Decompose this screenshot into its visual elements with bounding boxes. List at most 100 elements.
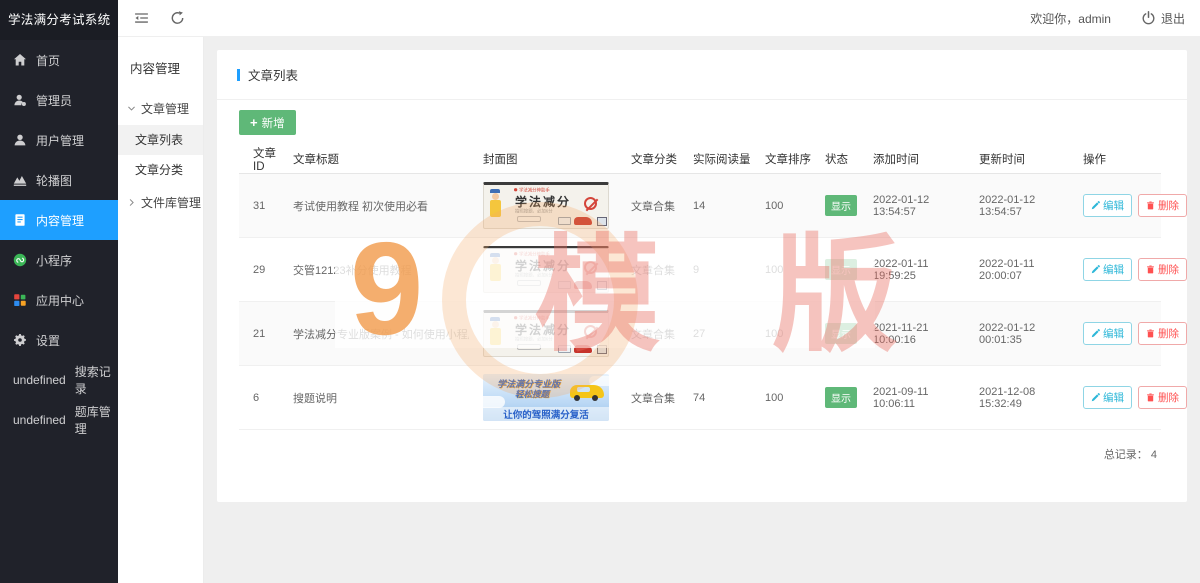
cell-status: 显示 xyxy=(811,174,859,238)
delete-label: 删除 xyxy=(1158,390,1179,405)
cell-added-time: 2022-01-11 19:59:25 xyxy=(859,238,965,302)
sidebar-item-user[interactable]: 用户管理 xyxy=(0,120,118,160)
cell-category: 文章合集 xyxy=(617,174,679,238)
sidebar-item-carousel[interactable]: 轮播图 xyxy=(0,160,118,200)
submenu-group-label: 文件库管理 xyxy=(141,194,201,211)
total-records-label: 总记录： xyxy=(1104,449,1148,461)
edit-button[interactable]: 编辑 xyxy=(1083,322,1132,345)
cell-article-id: 29 xyxy=(239,238,279,302)
sidebar-item-search[interactable]: undefined搜索记录 xyxy=(0,360,118,400)
submenu-item[interactable]: 文章分类 xyxy=(118,155,203,185)
app-root: 学法满分考试系统 首页管理员用户管理轮播图内容管理小程序应用中心设置undefi… xyxy=(0,0,1200,583)
column-header: 文章排序 xyxy=(751,145,811,174)
delete-button[interactable]: 删除 xyxy=(1138,194,1187,217)
column-header: 添加时间 xyxy=(859,145,965,174)
sidebar-item-label: 首页 xyxy=(36,52,60,69)
cell-updated-time: 2022-01-12 13:54:57 xyxy=(965,174,1069,238)
sidebar-item-admin[interactable]: 管理员 xyxy=(0,80,118,120)
sidebar-item-label: 应用中心 xyxy=(36,292,84,309)
pencil-icon xyxy=(1091,393,1100,402)
cell-updated-time: 2022-01-12 00:01:35 xyxy=(965,302,1069,366)
submenu-item[interactable]: 文章列表 xyxy=(118,125,203,155)
sidebar-item-settings[interactable]: 设置 xyxy=(0,320,118,360)
trash-icon xyxy=(1146,393,1155,402)
refresh-icon[interactable] xyxy=(170,11,185,25)
truck-shape xyxy=(558,217,571,225)
sidebar-item-miniapp[interactable]: 小程序 xyxy=(0,240,118,280)
plus-icon xyxy=(250,116,258,130)
edit-button[interactable]: 编辑 xyxy=(1083,194,1132,217)
column-header: 实际阅读量 xyxy=(679,145,751,174)
cell-article-title: 搜题说明 xyxy=(279,366,469,430)
primary-nav: 首页管理员用户管理轮播图内容管理小程序应用中心设置undefined搜索记录un… xyxy=(0,40,118,440)
table-row: 6搜题说明学法满分专业版轻松搜题让你的驾照满分复活文章合集74100显示2021… xyxy=(239,366,1161,430)
cell-actions: 编辑删除 xyxy=(1069,366,1161,430)
delete-button[interactable]: 删除 xyxy=(1138,258,1187,281)
delete-button[interactable]: 删除 xyxy=(1138,322,1187,345)
cover-bottom-strip: 让你的驾照满分复活 xyxy=(483,407,609,421)
cover-image-banner: 学法满分专业版轻松搜题让你的驾照满分复活 xyxy=(483,374,609,421)
trash-icon xyxy=(1146,201,1155,210)
add-button[interactable]: 新增 xyxy=(239,110,296,135)
add-button-label: 新增 xyxy=(262,115,285,131)
officer-vest xyxy=(490,328,501,345)
delete-button[interactable]: 删除 xyxy=(1138,386,1187,409)
primary-sidebar: 学法满分考试系统 首页管理员用户管理轮播图内容管理小程序应用中心设置undefi… xyxy=(0,0,118,583)
status-badge: 显示 xyxy=(825,387,857,408)
no-entry-icon xyxy=(584,325,597,338)
cell-updated-time: 2021-12-08 15:32:49 xyxy=(965,366,1069,430)
article-list-card: 文章列表 新增 文章ID文章标题封面图文章分类实际阅读量文章排序状态添加时间更新… xyxy=(217,50,1187,502)
officer-face xyxy=(492,321,499,328)
chevron-down-icon xyxy=(127,104,136,113)
sidebar-item-label: 管理员 xyxy=(36,92,72,109)
logout-button[interactable]: 退出 xyxy=(1141,10,1185,27)
sidebar-item-label: 轮播图 xyxy=(36,172,72,189)
topbar: 欢迎你，admin 退出 xyxy=(118,0,1200,37)
cover-image-banner: 学法减分神助手学法减分拍照搜题、必加6分 xyxy=(483,246,609,293)
sidebar-item-label: 用户管理 xyxy=(36,132,84,149)
cover-image-banner: 学法减分神助手学法减分拍照搜题、必加6分 xyxy=(483,310,609,357)
submenu-group-collapsed[interactable]: 文件库管理 xyxy=(118,185,203,219)
monitor-shape xyxy=(597,345,607,354)
cell-sort: 100 xyxy=(751,238,811,302)
search-icon: undefined xyxy=(13,373,66,387)
car-shape xyxy=(574,281,592,289)
sidebar-item-apps[interactable]: 应用中心 xyxy=(0,280,118,320)
cell-sort: 100 xyxy=(751,366,811,430)
monitor-shape xyxy=(597,281,607,290)
pencil-icon xyxy=(1091,329,1100,338)
apps-icon xyxy=(13,293,27,307)
sidebar-item-qbank[interactable]: undefined题库管理 xyxy=(0,400,118,440)
truck-shape xyxy=(558,281,571,289)
cell-article-id: 21 xyxy=(239,302,279,366)
cell-reads: 27 xyxy=(679,302,751,366)
cell-article-id: 31 xyxy=(239,174,279,238)
column-header: 更新时间 xyxy=(965,145,1069,174)
edit-label: 编辑 xyxy=(1103,390,1124,405)
edit-button[interactable]: 编辑 xyxy=(1083,386,1132,409)
sidebar-item-content[interactable]: 内容管理 xyxy=(0,200,118,240)
collapse-menu-icon[interactable] xyxy=(134,11,149,25)
edit-button[interactable]: 编辑 xyxy=(1083,258,1132,281)
cell-cover: 学法减分神助手学法减分拍照搜题、必加6分 xyxy=(469,238,617,302)
qbank-icon: undefined xyxy=(13,413,66,427)
status-badge: 显示 xyxy=(825,195,857,216)
column-header: 状态 xyxy=(811,145,859,174)
submenu-group-expanded[interactable]: 文章管理 xyxy=(118,91,203,125)
car-shape xyxy=(574,217,592,225)
no-entry-icon xyxy=(584,261,597,274)
edit-label: 编辑 xyxy=(1103,198,1124,213)
trash-icon xyxy=(1146,265,1155,274)
table-row: 21学法减分专业版案例 - 如何使用小程序?学法减分神助手学法减分拍照搜题、必加… xyxy=(239,302,1161,366)
settings-icon xyxy=(13,333,27,347)
monitor-shape xyxy=(597,217,607,226)
cover-line3: 让你的驾照满分复活 xyxy=(503,407,589,421)
edit-label: 编辑 xyxy=(1103,262,1124,277)
cell-sort: 100 xyxy=(751,302,811,366)
cell-actions: 编辑删除 xyxy=(1069,238,1161,302)
carousel-icon xyxy=(13,173,27,187)
admin-icon xyxy=(13,93,27,107)
status-badge: 显示 xyxy=(825,259,857,280)
article-table: 文章ID文章标题封面图文章分类实际阅读量文章排序状态添加时间更新时间操作 31考… xyxy=(239,145,1161,430)
sidebar-item-home[interactable]: 首页 xyxy=(0,40,118,80)
